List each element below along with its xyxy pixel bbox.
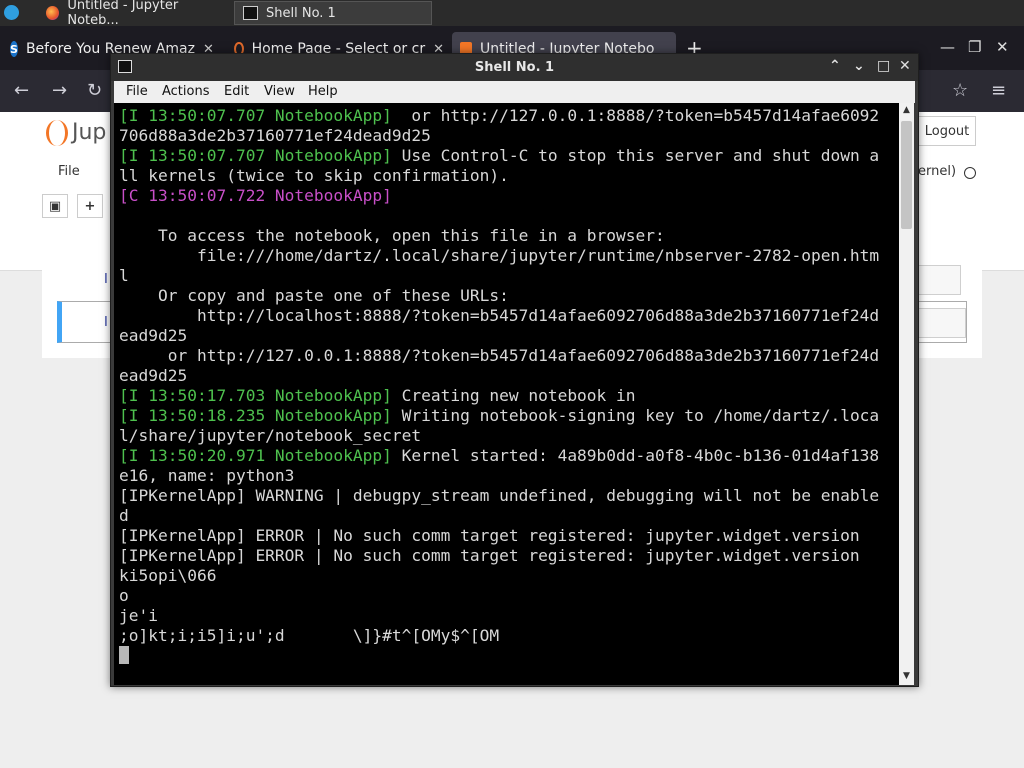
jupyter-menu-file[interactable]: File — [58, 164, 80, 179]
terminal-line: To access the notebook, open this file i… — [119, 226, 665, 245]
terminal-line: ll kernels (twice to skip confirmation). — [119, 166, 509, 185]
terminal-scrollbar[interactable]: ▲ ▼ — [899, 103, 914, 685]
menu-help[interactable]: Help — [308, 84, 338, 99]
terminal-screen[interactable]: [I 13:50:07.707 NotebookApp] or http://1… — [114, 103, 899, 685]
terminal-line: [I 13:50:17.703 NotebookApp] Creating ne… — [119, 386, 899, 406]
minimize-icon[interactable]: — — [940, 38, 955, 56]
terminal-line: d — [119, 506, 129, 525]
terminal-line: e16, name: python3 — [119, 466, 295, 485]
terminal-line — [119, 646, 899, 666]
terminal-line: [IPKernelApp] ERROR | No such comm targe… — [119, 526, 860, 545]
terminal-line: file:///home/dartz/.local/share/jupyter/… — [119, 246, 880, 265]
cell-input[interactable] — [916, 308, 966, 338]
save-icon[interactable]: ▣ — [42, 194, 68, 218]
terminal-icon — [243, 6, 258, 20]
terminal-window: Shell No. 1 ⌃ ⌄ □ ✕ File Actions Edit Vi… — [110, 53, 919, 687]
terminal-line: http://localhost:8888/?token=b5457d14afa… — [119, 306, 880, 325]
forward-icon[interactable]: → — [52, 80, 67, 101]
taskbar-item-label: Untitled - Jupyter Noteb... — [67, 0, 179, 28]
taskbar-item-shell[interactable]: Shell No. 1 — [234, 1, 432, 25]
terminal-line: [I 13:50:20.971 NotebookApp] Kernel star… — [119, 446, 899, 466]
log-tag: [C 13:50:07.722 NotebookApp] — [119, 186, 392, 205]
terminal-line: l — [119, 266, 129, 285]
terminal-line: [I 13:50:07.707 NotebookApp] or http://1… — [119, 106, 899, 126]
site-s-icon: S — [10, 41, 18, 57]
terminal-line: [IPKernelApp] ERROR | No such comm targe… — [119, 546, 860, 565]
jupyter-logo-text: Jup — [72, 120, 107, 145]
hamburger-menu-icon[interactable]: ≡ — [991, 80, 1006, 101]
terminal-line: Or copy and paste one of these URLs: — [119, 286, 509, 305]
terminal-line: [I 13:50:18.235 NotebookApp] Writing not… — [119, 406, 899, 426]
scrollbar-thumb[interactable] — [901, 121, 912, 229]
terminal-line: or http://127.0.0.1:8888/?token=b5457d14… — [119, 346, 880, 365]
chevron-up-icon[interactable]: ⌃ — [829, 58, 841, 74]
log-tag: [I 13:50:17.703 NotebookApp] — [119, 386, 392, 405]
terminal-line: [I 13:50:07.707 NotebookApp] Use Control… — [119, 146, 899, 166]
menu-view[interactable]: View — [264, 84, 295, 99]
log-tag: [I 13:50:18.235 NotebookApp] — [119, 406, 392, 425]
maximize-icon[interactable]: □ — [877, 58, 890, 74]
firefox-icon — [46, 6, 60, 20]
taskbar: Untitled - Jupyter Noteb... Shell No. 1 — [0, 0, 1024, 28]
scroll-down-icon[interactable]: ▼ — [899, 671, 914, 681]
taskbar-item-label: Shell No. 1 — [266, 5, 336, 21]
log-text: Writing notebook-signing key to /home/da… — [391, 406, 880, 425]
terminal-menubar: File Actions Edit View Help — [114, 81, 915, 103]
taskbar-item-jupyter[interactable]: Untitled - Jupyter Noteb... — [38, 0, 234, 28]
terminal-line: ead9d25 — [119, 326, 188, 345]
log-tag: [I 13:50:20.971 NotebookApp] — [119, 446, 392, 465]
terminal-line: o — [119, 586, 129, 605]
app-menu-icon[interactable] — [4, 5, 19, 20]
log-text: Use Control-C to stop this server and sh… — [391, 146, 880, 165]
terminal-output: [I 13:50:07.707 NotebookApp] or http://1… — [119, 106, 899, 666]
menu-actions[interactable]: Actions — [162, 84, 210, 99]
kernel-status-circle-icon — [964, 167, 976, 179]
terminal-titlebar[interactable]: Shell No. 1 ⌃ ⌄ □ ✕ — [111, 54, 918, 81]
terminal-line: [IPKernelApp] WARNING | debugpy_stream u… — [119, 486, 880, 505]
menu-file[interactable]: File — [126, 84, 148, 99]
jupyter-logo-icon — [46, 120, 68, 146]
log-text: Kernel started: 4a89b0dd-a0f8-4b0c-b136-… — [391, 446, 880, 465]
log-text: Creating new notebook in — [391, 386, 636, 405]
close-icon[interactable]: ✕ — [899, 58, 911, 74]
log-text: or http://127.0.0.1:8888/?token=b5457d14… — [391, 106, 880, 125]
terminal-line: je'i — [119, 606, 158, 625]
bookmark-star-icon[interactable]: ☆ — [952, 80, 968, 101]
menu-edit[interactable]: Edit — [224, 84, 249, 99]
terminal-line: 706d88a3de2b37160771ef24dead9d25 — [119, 126, 431, 145]
reload-icon[interactable]: ↻ — [87, 80, 102, 101]
scroll-up-icon[interactable]: ▲ — [899, 105, 914, 115]
terminal-line: l/share/jupyter/notebook_secret — [119, 426, 422, 445]
log-tag: [I 13:50:07.707 NotebookApp] — [119, 106, 392, 125]
cell-input[interactable] — [912, 265, 961, 295]
minimize-icon[interactable]: ⌄ — [853, 58, 865, 74]
close-window-icon[interactable]: ✕ — [996, 38, 1009, 56]
text-cursor — [119, 646, 129, 664]
cell-prompt: I — [104, 272, 108, 287]
kernel-status-text: ernel) — [918, 164, 957, 179]
terminal-line: ki5opi\066 — [119, 566, 217, 585]
log-tag: [I 13:50:07.707 NotebookApp] — [119, 146, 392, 165]
logout-button[interactable]: Logout — [918, 116, 976, 146]
terminal-line: ead9d25 — [119, 366, 188, 385]
restore-icon[interactable]: ❐ — [968, 38, 981, 56]
back-icon[interactable]: ← — [14, 80, 29, 101]
cell-prompt: I — [104, 315, 108, 330]
terminal-line: ;o]kt;i;i5]i;u';d \]}#t^[OMy$^[OM — [119, 626, 500, 645]
terminal-line: [C 13:50:07.722 NotebookApp] — [119, 186, 899, 206]
add-cell-icon[interactable]: + — [77, 194, 103, 218]
terminal-title: Shell No. 1 — [474, 60, 555, 75]
